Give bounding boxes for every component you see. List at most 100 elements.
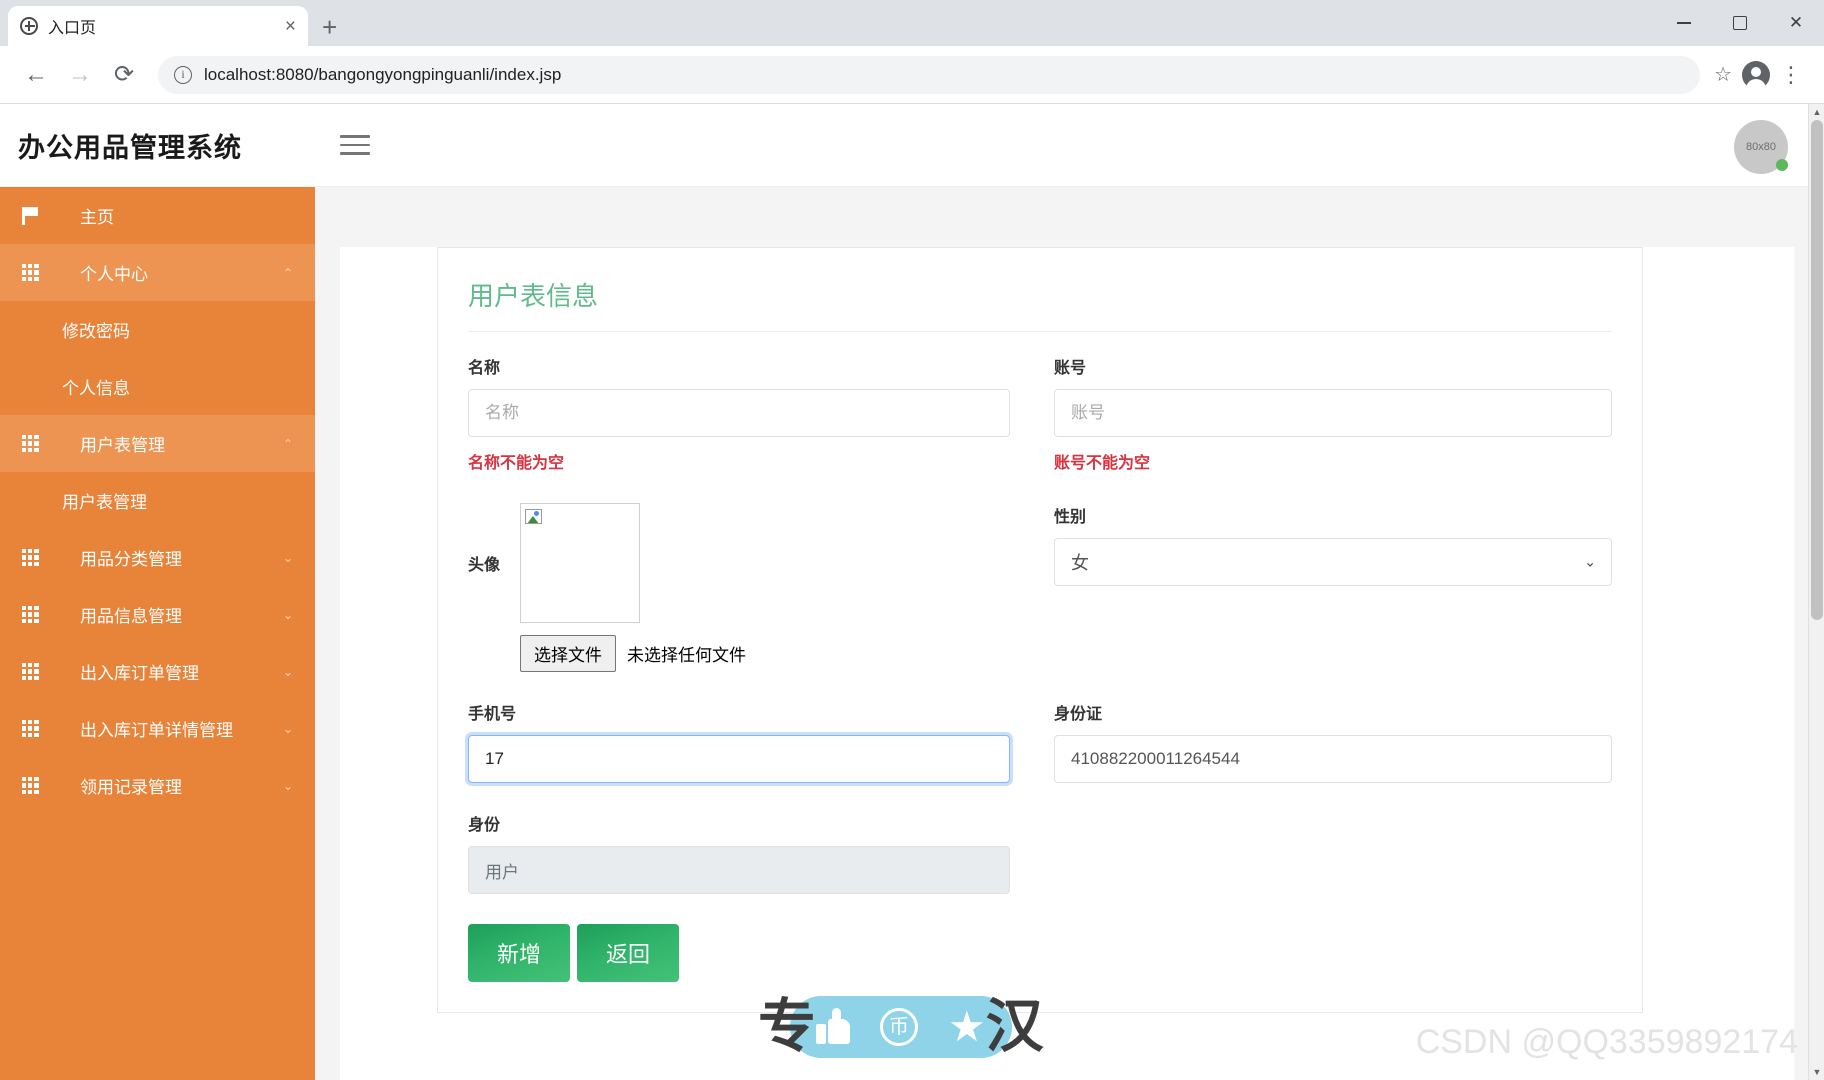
choose-file-button[interactable]: 选择文件 xyxy=(520,635,616,672)
name-error: 名称不能为空 xyxy=(468,455,565,472)
field-group-avatar: 头像 选择文件 未选择任何文件 xyxy=(468,503,1040,672)
field-group-phone: 手机号 xyxy=(468,700,1040,783)
back-button[interactable]: 返回 xyxy=(577,924,680,982)
field-group-role: 身份 xyxy=(468,811,1040,894)
site-info-icon[interactable]: i xyxy=(174,65,192,84)
avatar-label: 80x80 xyxy=(1746,141,1776,153)
broken-image-icon xyxy=(525,509,542,524)
overlay-left-char: 专 xyxy=(758,994,817,1059)
globe-icon xyxy=(20,17,38,35)
browser-window: 入口页 × + ✕ ← → ⟳ i localhost:8080/bangong… xyxy=(0,0,1824,1080)
sidebar-item-personal-info[interactable]: 个人信息 xyxy=(0,358,315,415)
chevron-up-icon: ⌃ xyxy=(282,265,293,280)
overlay-right-char: 汉 xyxy=(985,994,1044,1059)
coin-icon[interactable]: 币 xyxy=(880,1008,919,1046)
account-error: 账号不能为空 xyxy=(1054,455,1151,472)
sidebar-item-label: 用户表管理 xyxy=(80,436,165,455)
role-label: 身份 xyxy=(468,817,501,834)
idcard-input[interactable] xyxy=(1054,735,1612,783)
chevron-down-icon: ⌄ xyxy=(282,664,293,679)
avatar[interactable]: 80x80 xyxy=(1734,120,1788,174)
star-icon[interactable]: ★ xyxy=(948,1006,986,1048)
scroll-up-icon[interactable]: ▲ xyxy=(1809,104,1824,120)
back-icon[interactable]: ← xyxy=(16,55,56,95)
browser-tabstrip: 入口页 × + ✕ xyxy=(0,0,1824,46)
gender-select-wrap[interactable]: 女 ⌄ xyxy=(1054,538,1612,586)
grid-icon xyxy=(18,606,42,623)
sidebar-item-label: 出入库订单管理 xyxy=(80,664,199,683)
grid-icon xyxy=(18,663,42,680)
page-viewport: 办公用品管理系统 80x80 主页 个人中心 ⌃ 修改密码 个人信息 用户表管理… xyxy=(0,104,1824,1080)
sidebar: 主页 个人中心 ⌃ 修改密码 个人信息 用户表管理 ⌃ 用户表管理 用品分类管理… xyxy=(0,187,315,1080)
url-text: localhost:8080/bangongyongpinguanli/inde… xyxy=(204,64,562,84)
new-tab-button[interactable]: + xyxy=(322,14,337,40)
maximize-icon[interactable] xyxy=(1712,0,1768,46)
sidebar-item-stock-order-detail-management[interactable]: 出入库订单详情管理 ⌄ xyxy=(0,700,315,757)
social-action-bar: 币 ★ xyxy=(790,996,1012,1058)
field-group-account: 账号 账号不能为空 xyxy=(1040,354,1612,473)
field-group-empty xyxy=(1040,811,1612,894)
browser-toolbar: ← → ⟳ i localhost:8080/bangongyongpingua… xyxy=(0,46,1824,104)
window-close-icon[interactable]: ✕ xyxy=(1768,0,1824,46)
app-body: 主页 个人中心 ⌃ 修改密码 个人信息 用户表管理 ⌃ 用户表管理 用品分类管理… xyxy=(0,187,1824,1080)
sidebar-item-label: 用户表管理 xyxy=(62,493,147,512)
gender-select[interactable]: 女 xyxy=(1054,538,1612,586)
sidebar-item-label: 个人中心 xyxy=(80,265,148,284)
account-label: 账号 xyxy=(1054,360,1087,377)
sidebar-item-stock-order-management[interactable]: 出入库订单管理 ⌄ xyxy=(0,643,315,700)
submit-button[interactable]: 新增 xyxy=(468,924,571,982)
phone-input[interactable] xyxy=(468,735,1010,783)
browser-menu-icon[interactable]: ⋮ xyxy=(1774,62,1808,88)
sidebar-item-home[interactable]: 主页 xyxy=(0,187,315,244)
browser-tab[interactable]: 入口页 × xyxy=(8,6,308,46)
address-bar[interactable]: i localhost:8080/bangongyongpinguanli/in… xyxy=(158,55,1701,94)
profile-icon[interactable] xyxy=(1742,60,1770,91)
sidebar-item-user-table-management[interactable]: 用户表管理 ⌃ xyxy=(0,415,315,472)
bookmark-icon[interactable]: ☆ xyxy=(1714,62,1732,87)
minimize-icon[interactable] xyxy=(1656,0,1712,46)
name-input[interactable] xyxy=(468,389,1010,437)
main-content: 用户表信息 名称 名称不能为空 账号 账号不能为空 xyxy=(315,187,1824,1080)
file-input-row[interactable]: 选择文件 未选择任何文件 xyxy=(520,635,1010,672)
sidebar-subitem-user-table-management[interactable]: 用户表管理 xyxy=(0,472,315,529)
chevron-down-icon: ⌄ xyxy=(282,721,293,736)
scrollbar-thumb[interactable] xyxy=(1811,120,1823,620)
hamburger-icon[interactable] xyxy=(340,135,370,155)
sidebar-item-label: 修改密码 xyxy=(62,322,130,341)
close-icon[interactable]: × xyxy=(285,17,296,36)
sidebar-item-requisition-record-management[interactable]: 领用记录管理 ⌄ xyxy=(0,757,315,814)
avatar-upload-box: 头像 xyxy=(468,503,1010,623)
thumbs-up-icon[interactable] xyxy=(816,1008,851,1044)
chevron-down-icon: ⌄ xyxy=(1584,553,1596,570)
sidebar-item-label: 用品分类管理 xyxy=(80,550,182,569)
gender-label: 性别 xyxy=(1054,509,1087,526)
sidebar-item-label: 个人信息 xyxy=(62,379,130,398)
file-status-text: 未选择任何文件 xyxy=(627,646,746,665)
avatar-label: 头像 xyxy=(468,557,501,574)
grid-icon xyxy=(18,264,42,281)
watermark: CSDN @QQ3359892174 xyxy=(1415,1023,1798,1061)
field-group-gender: 性别 女 ⌄ xyxy=(1040,503,1612,672)
phone-label: 手机号 xyxy=(468,706,517,723)
role-input xyxy=(468,846,1010,894)
form-row-role: 身份 xyxy=(468,811,1612,894)
sidebar-item-category-management[interactable]: 用品分类管理 ⌄ xyxy=(0,529,315,586)
forward-icon[interactable]: → xyxy=(60,55,100,95)
avatar-preview xyxy=(520,503,640,623)
page-title: 用户表信息 xyxy=(468,276,1612,332)
account-input[interactable] xyxy=(1054,389,1612,437)
sidebar-item-change-password[interactable]: 修改密码 xyxy=(0,301,315,358)
sidebar-item-supply-info-management[interactable]: 用品信息管理 ⌄ xyxy=(0,586,315,643)
grid-icon xyxy=(18,435,42,452)
form-actions: 新增 返回 xyxy=(468,924,1612,982)
chevron-up-icon: ⌃ xyxy=(282,436,293,451)
grid-icon xyxy=(18,720,42,737)
sidebar-item-personal-center[interactable]: 个人中心 ⌃ xyxy=(0,244,315,301)
reload-icon[interactable]: ⟳ xyxy=(104,55,144,95)
scroll-down-icon[interactable]: ▼ xyxy=(1809,1064,1824,1080)
social-widget: 专 币 ★ 汉 xyxy=(758,996,1044,1058)
window-controls: ✕ xyxy=(1656,0,1824,46)
page-scrollbar[interactable]: ▲ ▼ xyxy=(1808,104,1824,1080)
app-title: 办公用品管理系统 xyxy=(18,132,242,163)
name-label: 名称 xyxy=(468,360,501,377)
